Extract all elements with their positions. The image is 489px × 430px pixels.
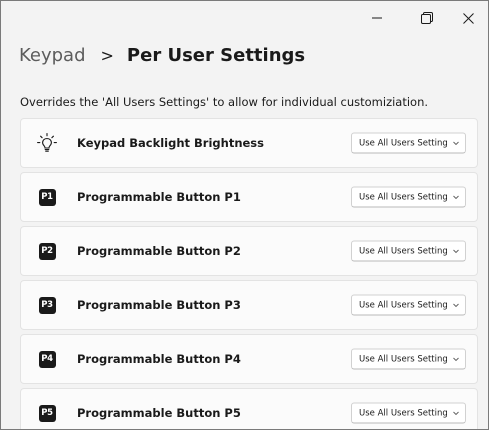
backlight-brightness-dropdown[interactable]: Use All Users Setting xyxy=(351,132,466,154)
chevron-down-icon xyxy=(453,141,459,145)
close-icon xyxy=(462,12,474,24)
button-p2-dropdown[interactable]: Use All Users Setting xyxy=(351,240,466,262)
breadcrumb-separator: > xyxy=(100,45,114,65)
p3-badge-text: P3 xyxy=(38,296,56,314)
setting-label: Programmable Button P5 xyxy=(77,406,241,420)
setting-row-button-p1: P1 Programmable Button P1 Use All Users … xyxy=(20,172,478,222)
close-button[interactable] xyxy=(445,1,488,35)
p3-badge-icon: P3 xyxy=(36,294,58,316)
restore-icon xyxy=(421,12,433,24)
button-p3-dropdown[interactable]: Use All Users Setting xyxy=(351,294,466,316)
setting-label: Programmable Button P2 xyxy=(77,244,241,258)
lightbulb-icon xyxy=(36,132,58,154)
p1-badge-icon: P1 xyxy=(36,186,58,208)
settings-list: Keypad Backlight Brightness Use All User… xyxy=(20,118,478,429)
p1-badge-text: P1 xyxy=(38,188,56,206)
setting-label: Programmable Button P1 xyxy=(77,190,241,204)
dropdown-value: Use All Users Setting xyxy=(359,300,448,310)
button-p5-dropdown[interactable]: Use All Users Setting xyxy=(351,402,466,424)
setting-row-backlight-brightness: Keypad Backlight Brightness Use All User… xyxy=(20,118,478,168)
dropdown-value: Use All Users Setting xyxy=(359,192,448,202)
dropdown-value: Use All Users Setting xyxy=(359,354,448,364)
chevron-down-icon xyxy=(453,303,459,307)
chevron-down-icon xyxy=(453,249,459,253)
dropdown-value: Use All Users Setting xyxy=(359,246,448,256)
dropdown-value: Use All Users Setting xyxy=(359,408,448,418)
setting-row-button-p4: P4 Programmable Button P4 Use All Users … xyxy=(20,334,478,384)
minimize-button[interactable] xyxy=(354,1,400,35)
setting-label: Keypad Backlight Brightness xyxy=(77,136,264,150)
page-title: Per User Settings xyxy=(126,44,306,66)
p5-badge-icon: P5 xyxy=(36,402,58,424)
setting-label: Programmable Button P3 xyxy=(77,298,241,312)
setting-row-button-p5: P5 Programmable Button P5 Use All Users … xyxy=(20,388,478,429)
p4-badge-icon: P4 xyxy=(36,348,58,370)
chevron-down-icon xyxy=(453,357,459,361)
breadcrumb-parent-keypad[interactable]: Keypad xyxy=(19,45,86,66)
restore-button[interactable] xyxy=(404,1,450,35)
setting-row-button-p2: P2 Programmable Button P2 Use All Users … xyxy=(20,226,478,276)
chevron-down-icon xyxy=(453,411,459,415)
p2-badge-icon: P2 xyxy=(36,240,58,262)
button-p4-dropdown[interactable]: Use All Users Setting xyxy=(351,348,466,370)
settings-window: Keypad > Per User Settings Overrides the… xyxy=(0,0,489,430)
dropdown-value: Use All Users Setting xyxy=(359,138,448,148)
chevron-down-icon xyxy=(453,195,459,199)
breadcrumb: Keypad > Per User Settings xyxy=(19,41,305,69)
button-p1-dropdown[interactable]: Use All Users Setting xyxy=(351,186,466,208)
setting-row-button-p3: P3 Programmable Button P3 Use All Users … xyxy=(20,280,478,330)
setting-label: Programmable Button P4 xyxy=(77,352,241,366)
minimize-icon xyxy=(372,13,382,23)
page-description: Overrides the 'All Users Settings' to al… xyxy=(20,95,429,109)
p2-badge-text: P2 xyxy=(38,242,56,260)
p5-badge-text: P5 xyxy=(38,404,56,422)
p4-badge-text: P4 xyxy=(38,350,56,368)
